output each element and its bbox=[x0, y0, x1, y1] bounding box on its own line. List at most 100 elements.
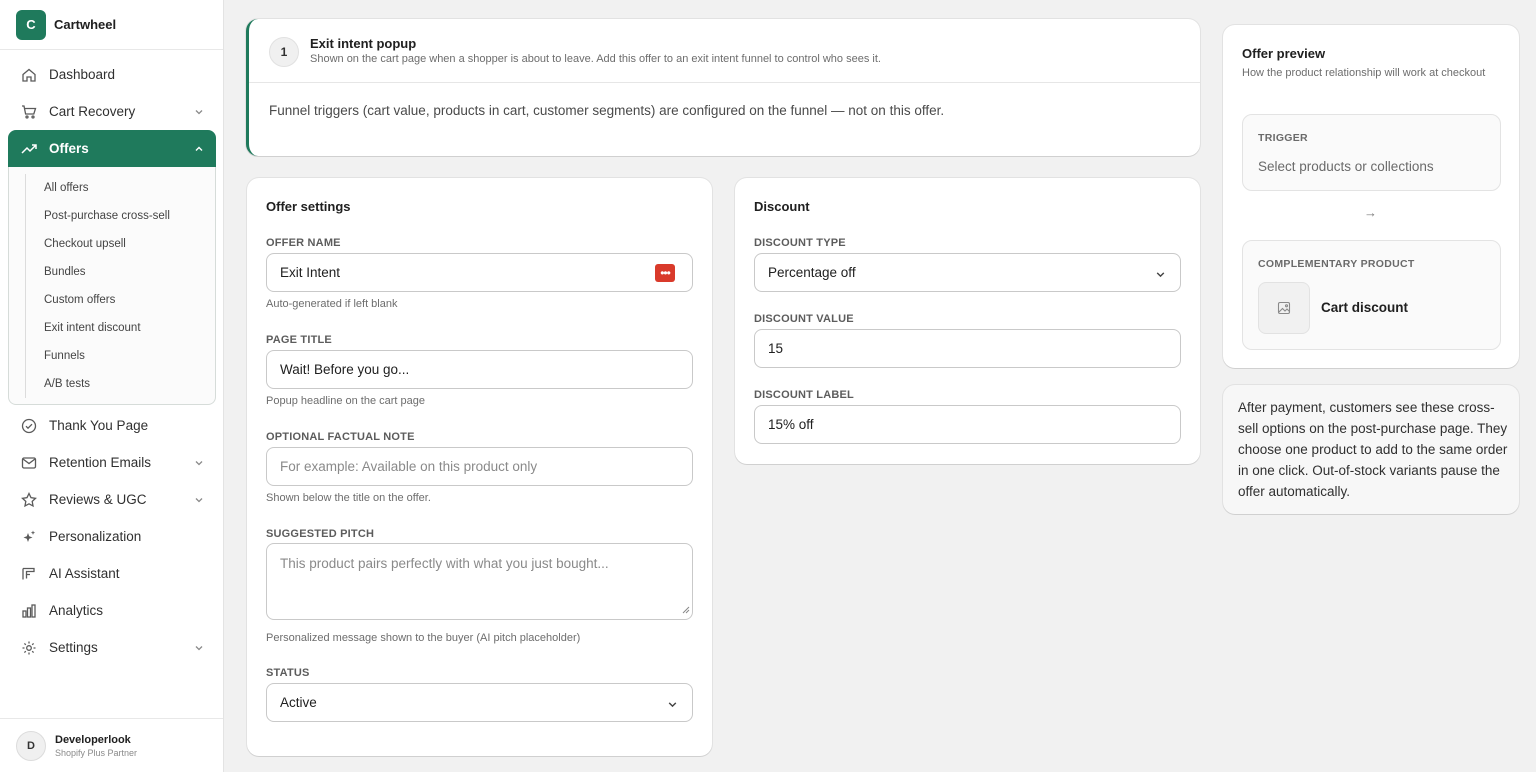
subnav-item-exit-intent[interactable]: Exit intent discount bbox=[26, 314, 215, 342]
subnav-item-funnels[interactable]: Funnels bbox=[26, 342, 215, 370]
resize-handle-icon[interactable] bbox=[682, 602, 690, 617]
nav-item-offers[interactable]: Offers bbox=[8, 130, 216, 167]
subnav-item-custom-offers[interactable]: Custom offers bbox=[26, 286, 215, 314]
suggested-pitch-help: Personalized message shown to the buyer … bbox=[266, 632, 581, 644]
account-role: Shopify Plus Partner bbox=[55, 747, 138, 758]
chevron-down-icon bbox=[667, 698, 678, 713]
check-circle-icon bbox=[20, 417, 37, 434]
nav-item-dashboard[interactable]: Dashboard bbox=[8, 56, 216, 93]
complementary-value: Cart discount bbox=[1321, 300, 1409, 315]
subnav-item-bundles[interactable]: Bundles bbox=[26, 258, 215, 286]
page-title-label: PAGE TITLE bbox=[266, 334, 332, 346]
suggested-pitch-label: SUGGESTED PITCH bbox=[266, 528, 375, 540]
ai-assistant-icon bbox=[20, 565, 37, 582]
trending-up-icon bbox=[20, 140, 37, 157]
subnav-item-checkout-upsell[interactable]: Checkout upsell bbox=[26, 230, 215, 258]
subnav-item-ab-tests[interactable]: A/B tests bbox=[26, 370, 215, 398]
status-value: Active bbox=[280, 695, 317, 710]
chevron-down-icon bbox=[194, 105, 204, 120]
bar-chart-icon bbox=[20, 602, 37, 619]
chevron-down-icon bbox=[194, 493, 204, 508]
nav-item-retention-emails[interactable]: Retention Emails bbox=[8, 444, 216, 481]
brand-logo: C bbox=[16, 9, 46, 40]
discount-value-label: DISCOUNT VALUE bbox=[754, 313, 854, 325]
discount-label-value: 15% off bbox=[768, 417, 814, 432]
discount-title: Discount bbox=[754, 199, 810, 214]
main-nav: Dashboard Cart Recovery Offers All offer… bbox=[8, 56, 216, 666]
nav-item-thank-you-page[interactable]: Thank You Page bbox=[8, 407, 216, 444]
popup-divider bbox=[249, 82, 1200, 83]
discount-label-label: DISCOUNT LABEL bbox=[754, 389, 854, 401]
gear-icon bbox=[20, 639, 37, 656]
password-manager-icon[interactable]: ••• bbox=[655, 264, 675, 282]
offer-name-input[interactable]: Exit Intent ••• bbox=[266, 253, 693, 292]
brand-name: Cartwheel bbox=[54, 17, 117, 32]
sparkle-icon bbox=[20, 528, 37, 545]
factual-note-input[interactable]: For example: Available on this product o… bbox=[266, 447, 693, 486]
status-label: STATUS bbox=[266, 667, 310, 679]
trigger-box[interactable]: TRIGGER Select products or collections bbox=[1242, 114, 1501, 191]
star-icon bbox=[20, 491, 37, 508]
discount-type-select[interactable]: Percentage off bbox=[754, 253, 1181, 292]
info-text: After payment, customers see these cross… bbox=[1238, 400, 1508, 499]
complementary-product-box[interactable]: COMPLEMENTARY PRODUCT Cart discount bbox=[1242, 240, 1501, 350]
nav-item-ai-assistant[interactable]: AI Assistant bbox=[8, 555, 216, 592]
discount-card: Discount DISCOUNT TYPE Percentage off DI… bbox=[735, 178, 1200, 464]
account-footer[interactable]: D Developerlook Shopify Plus Partner bbox=[0, 718, 223, 772]
factual-note-help: Shown below the title on the offer. bbox=[266, 492, 431, 504]
image-placeholder-icon bbox=[1258, 282, 1310, 334]
factual-note-placeholder: For example: Available on this product o… bbox=[280, 459, 538, 474]
offer-name-label: OFFER NAME bbox=[266, 237, 341, 249]
nav-label: Retention Emails bbox=[49, 455, 152, 470]
nav-label: Personalization bbox=[49, 529, 142, 544]
chevron-up-icon bbox=[194, 142, 204, 157]
step-number: 1 bbox=[269, 37, 299, 67]
subnav-item-all-offers[interactable]: All offers bbox=[26, 174, 215, 202]
suggested-pitch-textarea[interactable]: This product pairs perfectly with what y… bbox=[266, 543, 693, 620]
discount-label-input[interactable]: 15% off bbox=[754, 405, 1181, 444]
status-select[interactable]: Active bbox=[266, 683, 693, 722]
nav-label: Analytics bbox=[49, 603, 104, 618]
nav-label: AI Assistant bbox=[49, 566, 120, 581]
subnav-item-post-purchase[interactable]: Post-purchase cross-sell bbox=[26, 202, 215, 230]
offers-subnav: All offers Post-purchase cross-sell Chec… bbox=[8, 167, 216, 405]
nav-item-analytics[interactable]: Analytics bbox=[8, 592, 216, 629]
account-name: Developerlook bbox=[55, 733, 131, 746]
discount-value-value: 15 bbox=[768, 341, 784, 356]
discount-type-value: Percentage off bbox=[768, 265, 856, 280]
chevron-down-icon bbox=[194, 456, 204, 471]
sidebar: C Cartwheel Dashboard Cart Recovery Offe… bbox=[0, 0, 224, 772]
suggested-pitch-placeholder: This product pairs perfectly with what y… bbox=[280, 556, 609, 571]
info-card: After payment, customers see these cross… bbox=[1223, 385, 1519, 514]
preview-title: Offer preview bbox=[1242, 46, 1326, 61]
nav-label: Reviews & UGC bbox=[49, 492, 147, 507]
trigger-label: TRIGGER bbox=[1258, 132, 1308, 144]
cart-icon bbox=[20, 103, 37, 120]
chevron-down-icon bbox=[1155, 268, 1166, 283]
nav-item-personalization[interactable]: Personalization bbox=[8, 518, 216, 555]
complementary-label: COMPLEMENTARY PRODUCT bbox=[1258, 258, 1415, 270]
nav-item-cart-recovery[interactable]: Cart Recovery bbox=[8, 93, 216, 130]
popup-title: Exit intent popup bbox=[310, 36, 417, 51]
offer-preview-card: Offer preview How the product relationsh… bbox=[1223, 25, 1519, 368]
page-title-help: Popup headline on the cart page bbox=[266, 395, 426, 407]
popup-subtitle: Shown on the cart page when a shopper is… bbox=[310, 53, 881, 65]
exit-intent-popup-card: 1 Exit intent popup Shown on the cart pa… bbox=[246, 19, 1200, 156]
nav-item-settings[interactable]: Settings bbox=[8, 629, 216, 666]
chevron-down-icon bbox=[194, 641, 204, 656]
nav-label: Settings bbox=[49, 640, 98, 655]
offer-name-value: Exit Intent bbox=[280, 265, 341, 280]
offer-settings-card: Offer settings OFFER NAME Exit Intent ••… bbox=[247, 178, 712, 756]
page-title-input[interactable]: Wait! Before you go... bbox=[266, 350, 693, 389]
arrow-right-icon: → bbox=[1364, 205, 1377, 220]
nav-label: Thank You Page bbox=[49, 418, 149, 433]
trigger-value: Select products or collections bbox=[1258, 159, 1434, 174]
discount-value-input[interactable]: 15 bbox=[754, 329, 1181, 368]
nav-label: Dashboard bbox=[49, 67, 116, 82]
avatar: D bbox=[16, 730, 46, 761]
nav-label: Offers bbox=[49, 141, 89, 156]
brand-header[interactable]: C Cartwheel bbox=[0, 0, 223, 50]
nav-item-reviews-ugc[interactable]: Reviews & UGC bbox=[8, 481, 216, 518]
discount-type-label: DISCOUNT TYPE bbox=[754, 237, 846, 249]
home-icon bbox=[20, 66, 37, 83]
